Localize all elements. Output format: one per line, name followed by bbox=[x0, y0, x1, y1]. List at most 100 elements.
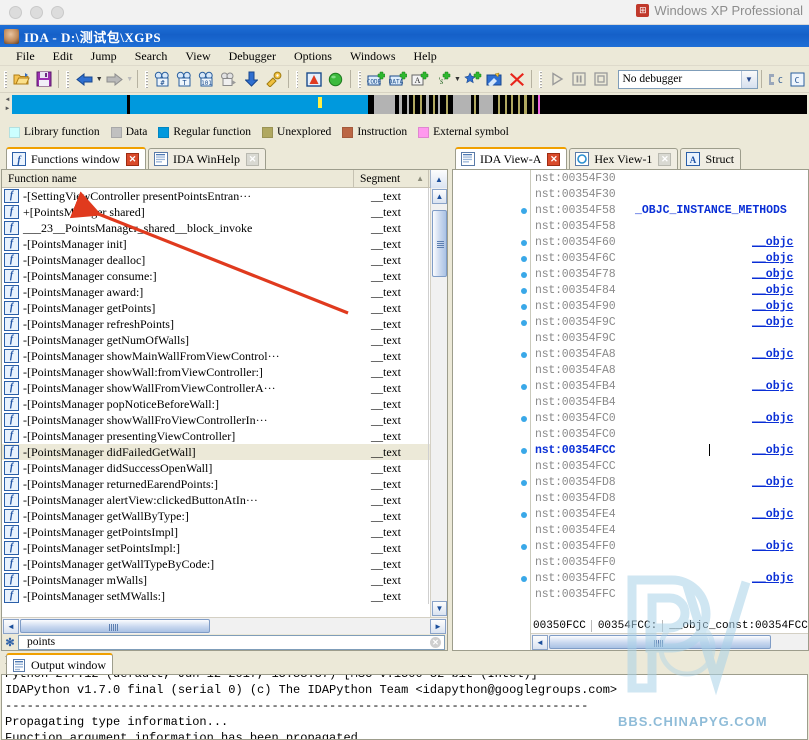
function-list-row[interactable]: f -[PointsManager popNoticeBeforeWall:] __… bbox=[2, 396, 430, 412]
disassembly-row[interactable]: nst:00354F9C __objc bbox=[453, 314, 808, 330]
make-ascii-icon[interactable]: A bbox=[410, 68, 430, 90]
tab-hex-view-1[interactable]: Hex View-1 ✕ bbox=[569, 148, 679, 169]
disassembly-reference[interactable]: __objc bbox=[752, 572, 793, 585]
dis-horizontal-scroll-thumb[interactable] bbox=[549, 634, 771, 649]
disassembly-row[interactable]: nst:00354F9C bbox=[453, 330, 808, 346]
scroll-down-arrow-icon[interactable]: ▼ bbox=[432, 601, 447, 616]
function-list-row[interactable]: f -[SettingViewController presentPointsEn… bbox=[2, 188, 430, 204]
dis-horizontal-scroll-track[interactable] bbox=[549, 634, 808, 651]
stop-icon[interactable] bbox=[591, 68, 611, 90]
function-list-row[interactable]: f -[PointsManager getNumOfWalls] __text bbox=[2, 332, 430, 348]
navigation-band[interactable] bbox=[12, 95, 807, 114]
disassembly-row[interactable]: nst:00354F90 __objc bbox=[453, 298, 808, 314]
function-list-row[interactable]: f ___23__PointsManager_shared__block_invo… bbox=[2, 220, 430, 236]
analysis-toolbar-grip[interactable] bbox=[295, 70, 299, 88]
disassembly-row[interactable]: nst:00354FD8 bbox=[453, 490, 808, 506]
forward-dropdown-icon[interactable]: ▼ bbox=[126, 68, 134, 90]
close-icon[interactable]: ✕ bbox=[658, 152, 672, 166]
tab-struct[interactable]: A Struct bbox=[680, 148, 742, 169]
breakpoint-marker-icon[interactable] bbox=[521, 272, 527, 278]
scroll-up-button[interactable]: ▲ bbox=[430, 170, 447, 188]
disassembly-row[interactable]: nst:00354F58 _OBJC_INSTANCE_METHODS bbox=[453, 202, 808, 218]
disassembly-row[interactable]: nst:00354F6C __objc bbox=[453, 250, 808, 266]
function-list-row[interactable]: f -[PointsManager presentingViewControlle… bbox=[2, 428, 430, 444]
search-toolbar-grip[interactable] bbox=[144, 70, 148, 88]
tab-output-window[interactable]: Output window bbox=[6, 653, 113, 675]
breakpoint-marker-icon[interactable] bbox=[521, 544, 527, 550]
filter-input[interactable]: points bbox=[27, 636, 55, 648]
functions-list[interactable]: f -[SettingViewController presentPointsEn… bbox=[2, 188, 430, 617]
disassembly-row[interactable]: nst:00354FF0 __objc bbox=[453, 538, 808, 554]
disassembly-row[interactable]: nst:00354FB4 __objc bbox=[453, 378, 808, 394]
debugger-select[interactable]: No debugger ▼ bbox=[617, 69, 758, 89]
disassembly-reference[interactable]: __objc bbox=[752, 444, 793, 457]
disassembly-row[interactable]: nst:00354FA8 bbox=[453, 362, 808, 378]
filter-icon[interactable]: ✻ bbox=[2, 636, 18, 649]
window-controls[interactable] bbox=[9, 6, 64, 19]
function-list-row[interactable]: f -[PointsManager showWallFroViewControll… bbox=[2, 412, 430, 428]
function-list-row[interactable]: f -[PointsManager getPoints] __text bbox=[2, 300, 430, 316]
decompile-all-icon[interactable]: C bbox=[788, 68, 808, 90]
disassembly-row[interactable]: nst:00354FF0 bbox=[453, 554, 808, 570]
disassembly-reference[interactable]: __objc bbox=[752, 348, 793, 361]
breakpoint-marker-icon[interactable] bbox=[521, 256, 527, 262]
navband-zoom-controls[interactable]: ◄ ► bbox=[3, 95, 12, 114]
disassembly-reference[interactable]: __objc bbox=[752, 252, 793, 265]
breakpoint-marker-icon[interactable] bbox=[521, 240, 527, 246]
disassembly-row[interactable]: nst:00354FA8 __objc bbox=[453, 346, 808, 362]
disassembly-reference[interactable]: __objc bbox=[752, 380, 793, 393]
vertical-scroll-thumb[interactable] bbox=[432, 210, 447, 277]
breakpoint-marker-icon[interactable] bbox=[521, 320, 527, 326]
make-array-icon[interactable] bbox=[463, 68, 483, 90]
output-window-panel[interactable]: Python 2.7.12 (default, Jun 12 2017, 15:… bbox=[1, 674, 808, 740]
breakpoint-marker-icon[interactable] bbox=[521, 576, 527, 582]
function-list-row[interactable]: f -[PointsManager didFailedGetWall] __text bbox=[2, 444, 430, 460]
disassembly-reference[interactable]: __objc bbox=[752, 508, 793, 521]
disassembly-reference[interactable]: __objc bbox=[752, 476, 793, 489]
undefine-icon[interactable] bbox=[507, 68, 527, 90]
breakpoint-marker-icon[interactable] bbox=[521, 480, 527, 486]
function-list-row[interactable]: f -[PointsManager init] __text bbox=[2, 236, 430, 252]
run-icon[interactable] bbox=[547, 68, 567, 90]
menu-item-options[interactable]: Options bbox=[285, 48, 341, 65]
menu-item-search[interactable]: Search bbox=[126, 48, 177, 65]
back-dropdown-icon[interactable]: ▼ bbox=[95, 68, 103, 90]
maximize-window-dot[interactable] bbox=[51, 6, 64, 19]
menu-item-jump[interactable]: Jump bbox=[82, 48, 126, 65]
make-struct-icon[interactable]: 's' bbox=[432, 68, 452, 90]
open-file-icon[interactable] bbox=[12, 68, 32, 90]
breakpoint-marker-icon[interactable] bbox=[521, 352, 527, 358]
disassembly-listing[interactable]: nst:00354F30 nst:00354F30 nst:00354F58 _OBJ… bbox=[453, 170, 808, 622]
toolbar-grip[interactable] bbox=[4, 70, 7, 88]
jump-xref-icon[interactable] bbox=[219, 68, 239, 90]
function-list-row[interactable]: f -[PointsManager showWallFromViewControl… bbox=[2, 380, 430, 396]
disassembly-row[interactable]: nst:00354FFC bbox=[453, 586, 808, 602]
scroll-right-arrow-icon[interactable]: ► bbox=[430, 618, 446, 634]
make-code-icon[interactable]: CODE bbox=[366, 68, 386, 90]
disassembly-horizontal-scrollbar[interactable]: ◄ bbox=[531, 633, 808, 650]
function-list-row[interactable]: f -[PointsManager showMainWallFromViewCon… bbox=[2, 348, 430, 364]
filter-input-wrapper[interactable]: points ✕ bbox=[18, 634, 445, 650]
menu-item-debugger[interactable]: Debugger bbox=[220, 48, 285, 65]
close-icon[interactable]: ✕ bbox=[245, 152, 259, 166]
disassembly-row[interactable]: nst:00354FFC __objc bbox=[453, 570, 808, 586]
horizontal-scroll-thumb[interactable] bbox=[20, 618, 210, 633]
tab-functions-window[interactable]: f Functions window ✕ bbox=[6, 147, 147, 169]
disassembly-row[interactable]: nst:00354FC0 __objc bbox=[453, 410, 808, 426]
menu-item-windows[interactable]: Windows bbox=[341, 48, 405, 65]
disassembly-reference[interactable]: __objc bbox=[752, 268, 793, 281]
navband-zoom-out-icon[interactable]: ► bbox=[5, 106, 11, 112]
warning-icon[interactable] bbox=[303, 68, 323, 90]
disassembly-row[interactable]: nst:00354FE4 bbox=[453, 522, 808, 538]
function-list-row[interactable]: f -[PointsManager setMWalls:] __text bbox=[2, 588, 430, 604]
function-list-row[interactable]: f -[PointsManager award:] __text bbox=[2, 284, 430, 300]
navband-zoom-in-icon[interactable]: ◄ bbox=[5, 97, 11, 103]
debug-toolbar-grip[interactable] bbox=[539, 70, 542, 88]
disassembly-row[interactable]: nst:00354FC0 bbox=[453, 426, 808, 442]
function-list-row[interactable]: f -[PointsManager showWall:fromViewContro… bbox=[2, 364, 430, 380]
function-list-row[interactable]: f -[PointsManager setPointsImpl:] __text bbox=[2, 540, 430, 556]
breakpoint-marker-icon[interactable] bbox=[521, 208, 527, 214]
function-list-row[interactable]: f -[PointsManager refreshPoints] __text bbox=[2, 316, 430, 332]
forward-icon[interactable] bbox=[104, 68, 124, 90]
disassembly-reference[interactable]: __objc bbox=[752, 316, 793, 329]
